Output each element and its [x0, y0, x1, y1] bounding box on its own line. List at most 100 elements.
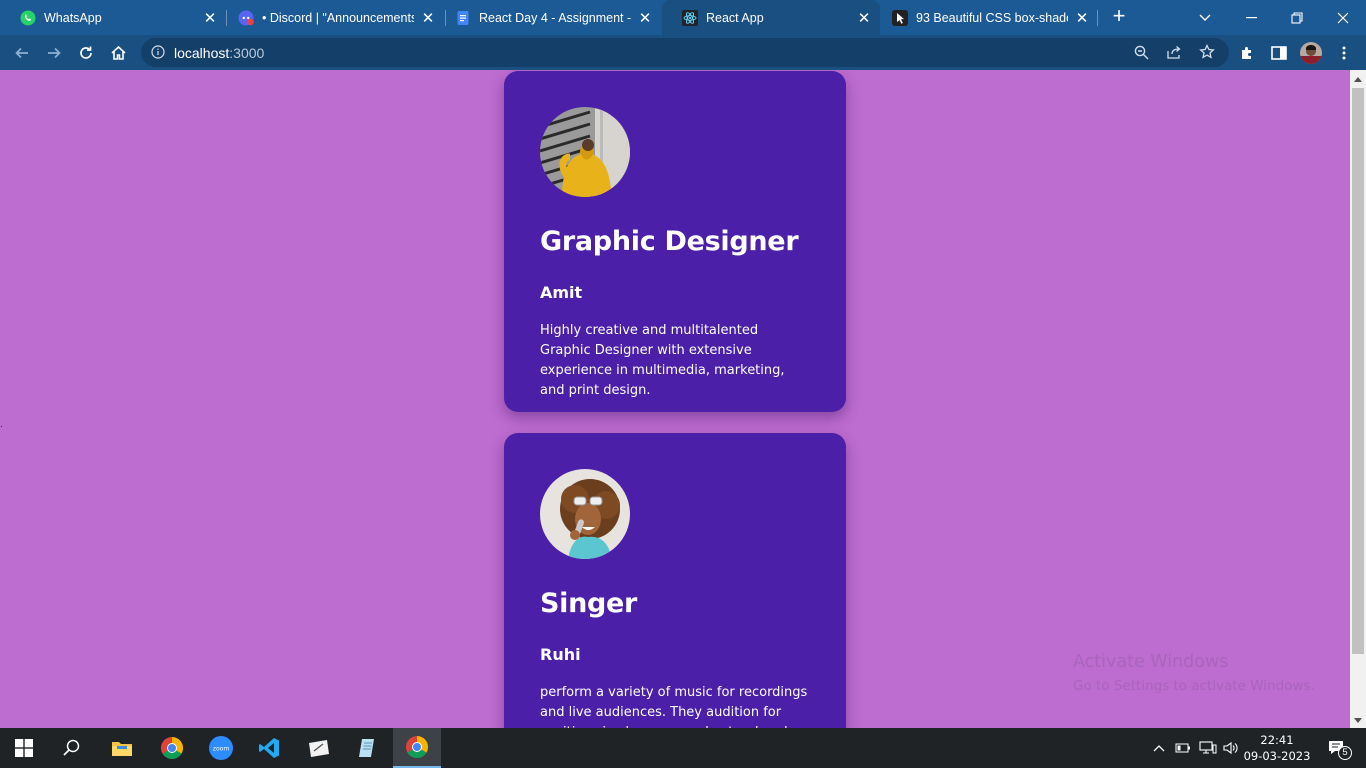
watermark-subtitle: Go to Settings to activate Windows. — [1073, 678, 1315, 694]
page-content: Graphic Designer Amit Highly creative an… — [0, 70, 1350, 728]
url-host: localhost — [174, 45, 230, 61]
forward-arrow-icon — [48, 47, 61, 59]
watermark-title: Activate Windows — [1073, 652, 1229, 672]
close-icon — [1337, 12, 1349, 23]
scroll-up-icon[interactable] — [1354, 77, 1362, 82]
taskbar-whiteboard[interactable] — [295, 728, 343, 768]
stray-dot — [1, 426, 2, 427]
url-text: localhost:3000 — [174, 45, 264, 61]
start-button[interactable] — [0, 728, 48, 768]
taskbar-zoom[interactable]: zoom — [197, 728, 245, 768]
tab-search-button[interactable] — [1182, 0, 1228, 35]
file-explorer-icon — [112, 742, 132, 756]
close-window-button[interactable] — [1320, 0, 1366, 35]
home-button[interactable] — [105, 40, 131, 66]
windows-taskbar: zoom 22:41 09-03-2023 5 — [0, 728, 1366, 768]
card-description: Highly creative and multitalented Graphi… — [540, 323, 785, 398]
search-icon — [63, 739, 80, 756]
taskbar-vscode[interactable] — [245, 728, 293, 768]
restore-button[interactable] — [1274, 0, 1320, 35]
cursor-icon — [892, 9, 908, 26]
network-tray[interactable] — [1197, 728, 1219, 768]
scroll-down-icon[interactable] — [1354, 718, 1362, 723]
taskbar-file-explorer[interactable] — [98, 728, 146, 768]
vscode-icon — [259, 738, 279, 758]
taskbar-clock[interactable]: 22:41 09-03-2023 — [1240, 732, 1314, 764]
action-center-button[interactable]: 5 — [1318, 728, 1356, 768]
close-tab-icon[interactable]: ✕ — [637, 10, 653, 27]
tab-whatsapp[interactable]: WhatsApp ✕ — [0, 0, 226, 35]
network-icon — [1199, 741, 1217, 754]
profile-photo — [540, 469, 630, 559]
taskbar-chrome[interactable] — [148, 728, 196, 768]
battery-icon — [1175, 743, 1190, 753]
new-tab-button[interactable]: + — [1108, 5, 1130, 28]
tab-title: • Discord | "Announcements" — [262, 10, 414, 25]
zoom-icon[interactable] — [1134, 45, 1149, 65]
google-docs-icon — [455, 10, 471, 26]
back-button[interactable] — [9, 40, 35, 66]
tab-title: React App — [706, 10, 764, 25]
card-name: Ruhi — [540, 645, 581, 664]
battery-tray[interactable] — [1173, 728, 1193, 768]
whiteboard-icon — [309, 740, 329, 757]
card-title: Graphic Designer — [540, 226, 799, 257]
tab-discord[interactable]: • Discord | "Announcements" ✕ — [218, 0, 444, 35]
card-title: Singer — [540, 588, 638, 619]
card-description: perform a variety of music for recording… — [540, 685, 808, 728]
profile-card: Singer Ruhi perform a variety of music f… — [504, 433, 846, 728]
scrollbar-thumb[interactable] — [1352, 88, 1364, 654]
taskbar-search-button[interactable] — [48, 728, 96, 768]
share-icon[interactable] — [1166, 45, 1182, 65]
tab-css-box-shadow[interactable]: 93 Beautiful CSS box-shadow ✕ — [872, 0, 1098, 35]
show-hidden-icons-button[interactable] — [1150, 728, 1168, 768]
activate-windows-watermark: Activate Windows Go to Settings to activ… — [1073, 652, 1315, 694]
vertical-scrollbar[interactable] — [1350, 70, 1366, 728]
chevron-up-icon — [1153, 745, 1165, 752]
profile-photo — [540, 107, 630, 197]
zoom-icon: zoom — [209, 736, 233, 760]
reload-icon — [80, 46, 92, 59]
reload-button[interactable] — [73, 40, 99, 66]
chrome-icon — [406, 736, 428, 758]
react-icon — [682, 9, 698, 26]
windows-logo-icon — [15, 739, 33, 757]
extensions-button[interactable] — [1234, 40, 1260, 66]
taskbar-chrome-active[interactable] — [393, 728, 441, 768]
forward-button[interactable] — [41, 40, 67, 66]
url-port: :3000 — [229, 45, 265, 61]
profile-button[interactable] — [1298, 40, 1324, 66]
taskbar-notepad[interactable] — [343, 728, 391, 768]
bookmark-star-icon[interactable] — [1199, 43, 1215, 65]
discord-icon — [238, 10, 254, 26]
puzzle-icon — [1242, 47, 1251, 59]
close-tab-icon[interactable]: ✕ — [1074, 10, 1090, 27]
address-bar[interactable]: localhost:3000 — [141, 38, 1229, 67]
notepad-icon — [359, 739, 374, 757]
close-tab-icon[interactable]: ✕ — [420, 10, 436, 27]
home-icon — [110, 45, 126, 60]
tab-divider — [1097, 10, 1098, 26]
tab-title: React Day 4 - Assignment - G — [479, 10, 631, 25]
site-info-icon[interactable] — [151, 45, 165, 64]
side-panel-button[interactable] — [1266, 40, 1292, 66]
chrome-icon — [161, 737, 183, 759]
tab-react-assignment[interactable]: React Day 4 - Assignment - G ✕ — [435, 0, 661, 35]
chrome-menu-button[interactable] — [1331, 40, 1357, 66]
chevron-down-icon — [1199, 14, 1211, 21]
side-panel-icon — [1271, 46, 1287, 60]
close-tab-icon[interactable]: ✕ — [202, 10, 218, 27]
restore-icon — [1291, 11, 1303, 24]
clock-date: 09-03-2023 — [1243, 749, 1311, 763]
close-tab-icon[interactable]: ✕ — [856, 10, 872, 27]
volume-tray[interactable] — [1220, 728, 1242, 768]
tab-title: WhatsApp — [44, 10, 102, 25]
tab-react-app[interactable]: React App ✕ — [662, 0, 880, 35]
profile-card: Graphic Designer Amit Highly creative an… — [504, 71, 846, 412]
tab-strip: WhatsApp ✕ • Discord | "Announcements" ✕… — [0, 0, 1366, 35]
back-arrow-icon — [15, 47, 28, 59]
minimize-button[interactable] — [1228, 0, 1274, 35]
avatar — [1300, 42, 1322, 64]
more-vertical-icon — [1342, 46, 1346, 60]
minimize-icon — [1245, 16, 1257, 18]
